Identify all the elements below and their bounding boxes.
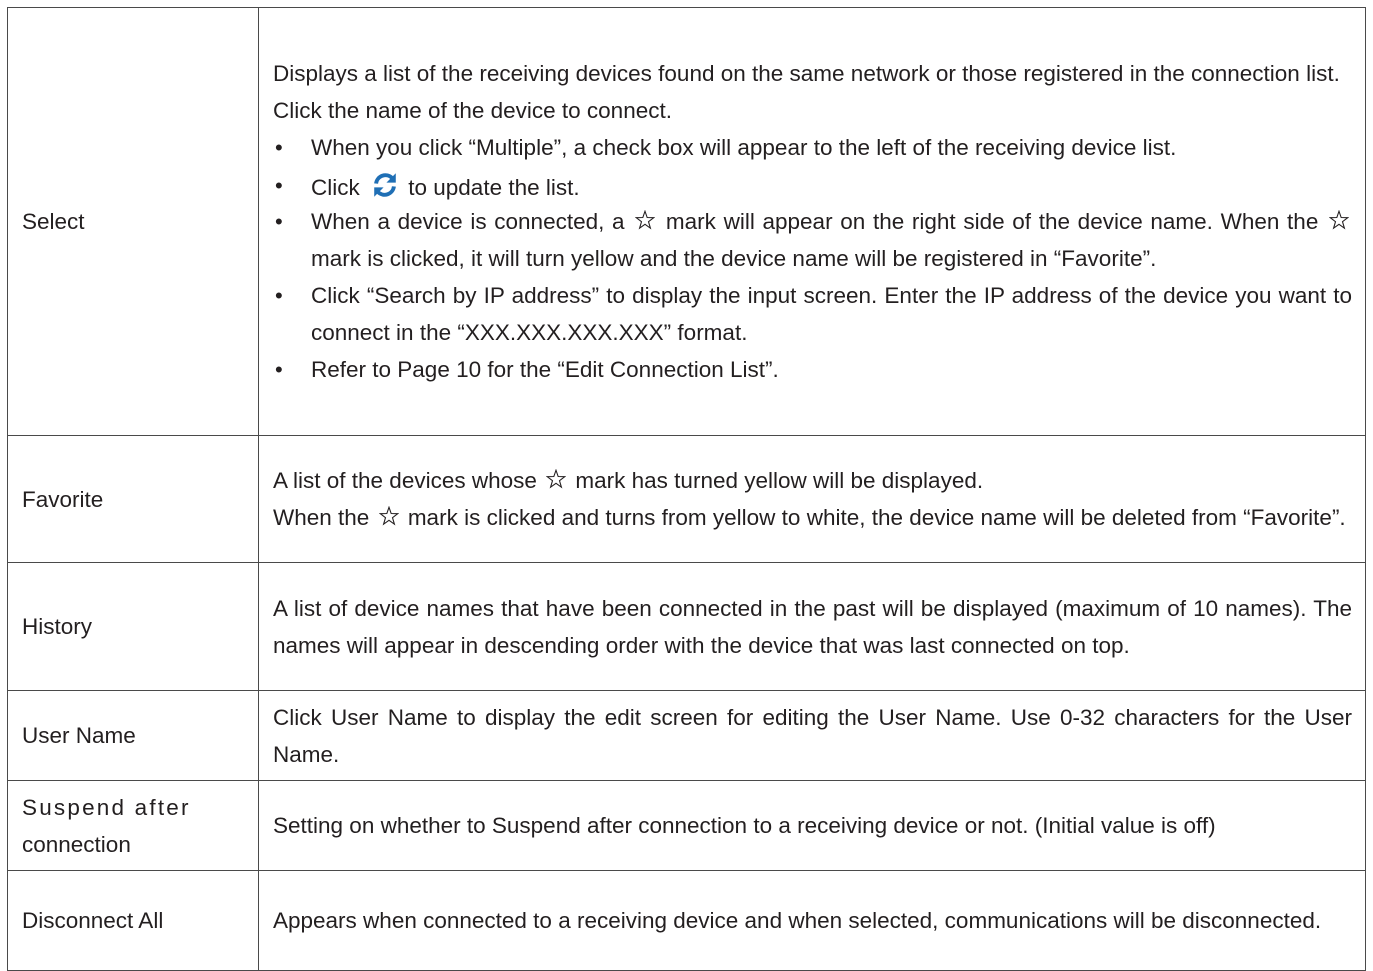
bullet-text: When a device is connected, a [311,209,633,234]
favorite-line-2: When the mark is clicked and turns from … [273,499,1352,536]
star-outline-icon [1329,210,1350,230]
table-row-history: History A list of device names that have… [7,562,1366,691]
row-label-suspend-after-connection: Suspend after connection [7,780,259,871]
favorite-line-1: A list of the devices whose mark has tur… [273,462,1352,499]
row-label-user-name: User Name [7,690,259,781]
bullet-text: to update the list. [402,175,580,200]
table-row-user-name: User Name Click User Name to display the… [7,690,1366,781]
table-row-disconnect-all: Disconnect All Appears when connected to… [7,870,1366,971]
row-label-select: Select [7,7,259,436]
refresh-icon [374,173,396,197]
select-bullet-list: When you click “Multiple”, a check box w… [273,129,1352,388]
row-description-disconnect-all: Appears when connected to a receiving de… [258,870,1366,971]
list-item: Refer to Page 10 for the “Edit Connectio… [273,351,1352,388]
row-description-history: A list of device names that have been co… [258,562,1366,691]
star-outline-icon [546,469,567,489]
bullet-text: Refer to Page 10 for the “Edit Connectio… [311,357,779,382]
bullet-text: mark is clicked, it will turn yellow and… [311,246,1157,271]
favorite-text: A list of the devices whose [273,468,544,493]
star-outline-icon [635,210,656,230]
bullet-text: mark will appear on the right side of th… [658,209,1327,234]
select-instruction-text: Click the name of the device to connect. [273,98,672,123]
select-intro-text: Displays a list of the receiving devices… [273,61,1340,86]
bullet-text: When you click “Multiple”, a check box w… [311,135,1177,160]
bullet-text: Click “Search by IP address” to display … [311,283,1352,345]
table-row-select: Select Displays a list of the receiving … [7,7,1366,436]
row-description-user-name: Click User Name to display the edit scre… [258,690,1366,781]
list-item: When a device is connected, a mark will … [273,203,1352,277]
favorite-text: mark is clicked and turns from yellow to… [401,505,1346,530]
label-line: Suspend after [22,794,191,820]
list-item: When you click “Multiple”, a check box w… [273,129,1352,166]
favorite-text: When the [273,505,376,530]
star-outline-icon [378,506,399,526]
bullet-text: Click [311,175,366,200]
label-line: connection [22,831,131,857]
settings-description-table: Select Displays a list of the receiving … [7,7,1366,971]
row-label-disconnect-all: Disconnect All [7,870,259,971]
table-row-suspend-after-connection: Suspend after connection Setting on wheth… [7,780,1366,871]
row-description-favorite: A list of the devices whose mark has tur… [258,435,1366,563]
row-label-favorite: Favorite [7,435,259,563]
row-description-select: Displays a list of the receiving devices… [258,7,1366,436]
table-row-favorite: Favorite A list of the devices whose mar… [7,435,1366,563]
favorite-text: mark has turned yellow will be displayed… [569,468,984,493]
list-item: Click to update the list. [273,170,1352,203]
row-description-suspend-after-connection: Setting on whether to Suspend after conn… [258,780,1366,871]
list-item: Click “Search by IP address” to display … [273,277,1352,351]
row-label-history: History [7,562,259,691]
